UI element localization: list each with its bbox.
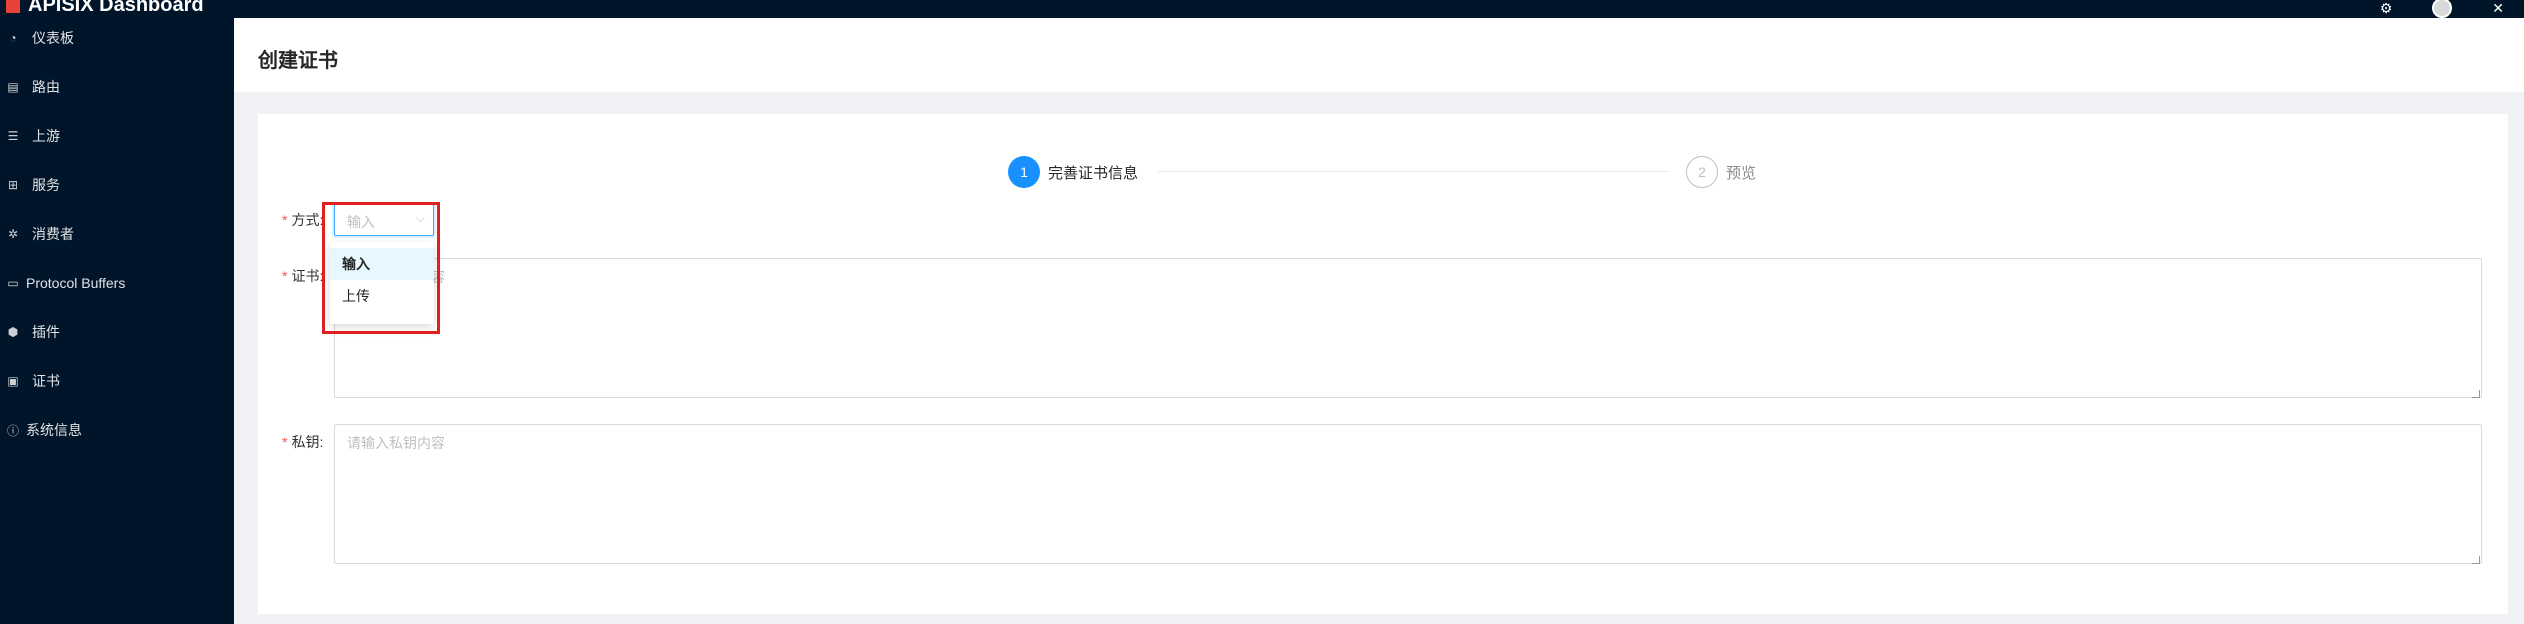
step-label: 预览: [1726, 164, 1757, 182]
sidebar-item-protocol-buffers[interactable]: ▭ Protocol Buffers: [0, 263, 234, 303]
logo-icon: [6, 0, 20, 13]
method-dropdown: 输入 上传: [330, 242, 434, 324]
sidebar: ◔ 仪表板 ▤ 路由 ☰ 上游 ⊞ 服务 ✲ 消费者 ▭ Protocol Bu…: [0, 18, 234, 624]
resize-handle-icon[interactable]: [2472, 390, 2480, 398]
brand[interactable]: APISIX Dashboard: [6, 0, 204, 17]
page-title: 创建证书: [258, 50, 338, 72]
dashboard-icon: ◔: [9, 31, 17, 45]
sidebar-item-dashboard[interactable]: ◔ 仪表板: [0, 18, 234, 58]
step-number: 2: [1686, 156, 1718, 188]
close-icon[interactable]: ✕: [2492, 0, 2504, 17]
sidebar-item-upstream[interactable]: ☰ 上游: [0, 116, 234, 156]
resize-handle-icon[interactable]: [2472, 556, 2480, 564]
step-label: 完善证书信息: [1048, 164, 1139, 182]
avatar[interactable]: [2432, 0, 2453, 18]
method-select-value: 输入: [347, 214, 375, 230]
sidebar-item-label: 服务: [32, 177, 60, 193]
settings-icon[interactable]: ⚙: [2380, 0, 2393, 17]
sidebar-item-system-info[interactable]: ⓘ 系统信息: [0, 410, 234, 450]
sidebar-item-plugins[interactable]: ⬢ 插件: [0, 312, 234, 352]
method-select[interactable]: 输入 ⌵: [334, 204, 434, 236]
file-icon: ▭: [7, 276, 19, 290]
cert-label: * 证书:: [282, 268, 324, 284]
content-card: 1 完善证书信息 2 预览 *方式: 输入 ⌵ *证书: *私钥: 输入 上传: [258, 114, 2508, 614]
required-mark: *: [282, 268, 288, 284]
sidebar-item-label: 仪表板: [32, 30, 74, 46]
method-label: * 方式:: [282, 212, 324, 228]
method-option-upload[interactable]: 上传: [330, 280, 434, 312]
certificate-icon: ▣: [7, 374, 19, 388]
sidebar-item-label: 路由: [32, 79, 60, 95]
brand-name: APISIX Dashboard: [28, 0, 204, 16]
plugin-icon: ⬢: [7, 325, 19, 339]
sidebar-item-label: 上游: [32, 128, 60, 144]
method-option-input[interactable]: 输入: [330, 248, 434, 280]
sidebar-item-services[interactable]: ⊞ 服务: [0, 165, 234, 205]
key-textarea[interactable]: [334, 424, 2482, 564]
sidebar-item-label: 系统信息: [26, 422, 82, 438]
top-bar-actions: ⚙ ✕: [2380, 0, 2504, 18]
key-label: * 私钥:: [282, 434, 324, 450]
route-icon: ▤: [7, 80, 19, 94]
step-number: 1: [1008, 156, 1040, 188]
upstream-icon: ☰: [7, 129, 19, 143]
top-bar: APISIX Dashboard ⚙ ✕: [0, 0, 2524, 18]
step-connector: [1158, 171, 1668, 172]
sidebar-item-label: Protocol Buffers: [26, 275, 126, 291]
sidebar-item-consumers[interactable]: ✲ 消费者: [0, 214, 234, 254]
sidebar-item-label: 证书: [32, 373, 60, 389]
step-2: 2 预览: [1686, 156, 1756, 188]
chevron-down-icon: ⌵: [415, 211, 425, 225]
step-1: 1 完善证书信息: [1008, 156, 1138, 188]
consumer-icon: ✲: [7, 227, 19, 241]
sidebar-item-label: 消费者: [32, 226, 74, 242]
sidebar-item-certificates[interactable]: ▣ 证书: [0, 361, 234, 401]
required-mark: *: [282, 434, 288, 450]
sidebar-item-routes[interactable]: ▤ 路由: [0, 67, 234, 107]
cert-textarea[interactable]: [334, 258, 2482, 398]
page-header: 创建证书: [234, 18, 2524, 92]
info-icon: ⓘ: [6, 423, 19, 438]
service-icon: ⊞: [7, 178, 19, 192]
required-mark: *: [282, 212, 288, 228]
sidebar-item-label: 插件: [32, 324, 60, 340]
